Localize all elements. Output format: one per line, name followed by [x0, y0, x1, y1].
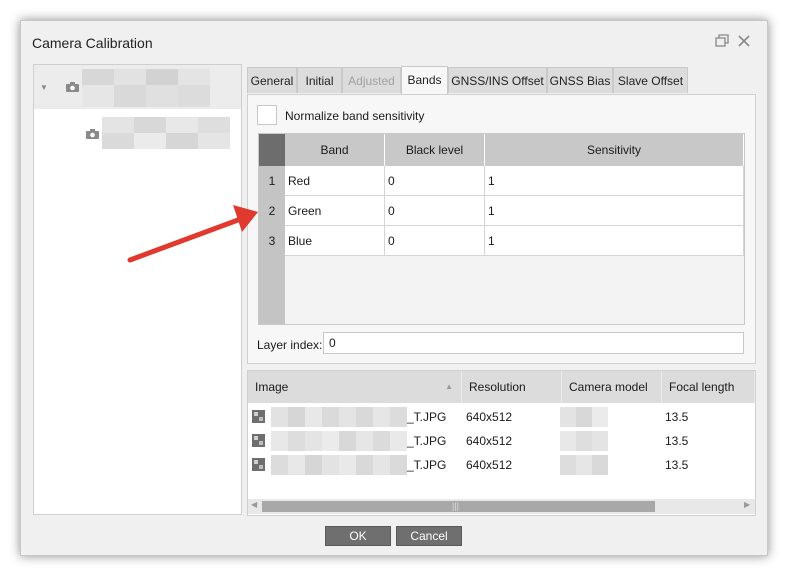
image-file-icon — [252, 410, 265, 423]
chevron-down-icon[interactable]: ▼ — [40, 83, 48, 92]
column-header-sensitivity[interactable]: Sensitivity — [485, 134, 744, 166]
cell-sensitivity[interactable]: 1 — [485, 166, 744, 196]
redacted-image-name — [271, 431, 407, 451]
row-number[interactable]: 2 — [259, 196, 285, 226]
column-header-black-level[interactable]: Black level — [385, 134, 485, 166]
tab-initial[interactable]: Initial — [297, 67, 342, 93]
camera-icon — [86, 129, 99, 139]
bands-grid: Band Black level Sensitivity 1 Red 0 1 2… — [258, 133, 745, 325]
table-row[interactable]: _T.JPG 640x512 13.5 — [248, 453, 755, 477]
tree-item-camera-group[interactable]: ▼ — [34, 65, 241, 109]
table-row[interactable]: _T.JPG 640x512 13.5 — [248, 405, 755, 429]
cell-sensitivity[interactable]: 1 — [485, 196, 744, 226]
cell-focal-length: 13.5 — [665, 410, 689, 424]
restore-icon[interactable] — [714, 33, 730, 49]
image-name-suffix: _T.JPG — [407, 458, 447, 472]
camera-icon — [66, 82, 79, 92]
layer-index-label: Layer index: — [257, 338, 323, 352]
column-header-camera-model[interactable]: Camera model — [562, 371, 662, 403]
column-header-image-label: Image — [255, 380, 289, 394]
tree-item-camera-child[interactable] — [34, 111, 241, 151]
camera-tree: ▼ — [33, 64, 242, 515]
image-file-icon — [252, 434, 265, 447]
column-header-image[interactable]: Image ▲ — [248, 371, 462, 403]
column-header-resolution[interactable]: Resolution — [462, 371, 562, 403]
grip-icon: ||| — [452, 501, 460, 511]
cell-band[interactable]: Green — [285, 196, 385, 226]
cancel-button[interactable]: Cancel — [396, 526, 462, 546]
image-name-suffix: _T.JPG — [407, 434, 447, 448]
column-header-band[interactable]: Band — [285, 134, 385, 166]
tab-slave-offset[interactable]: Slave Offset — [613, 67, 688, 93]
redacted-camera-model — [560, 407, 608, 427]
tab-gnss-bias[interactable]: GNSS Bias — [547, 67, 613, 93]
tab-general[interactable]: General — [247, 67, 297, 93]
cell-black-level[interactable]: 0 — [385, 196, 485, 226]
image-file-icon — [252, 458, 265, 471]
redacted-image-name — [271, 455, 407, 475]
grid-corner[interactable] — [259, 134, 285, 166]
ok-button[interactable]: OK — [325, 526, 391, 546]
horizontal-scrollbar[interactable]: ◀ ||| ▶ — [248, 499, 755, 514]
sort-up-icon: ▲ — [445, 382, 453, 391]
column-header-focal-length[interactable]: Focal length — [662, 371, 755, 403]
cell-band[interactable]: Red — [285, 166, 385, 196]
tab-adjusted: Adjusted — [342, 67, 401, 93]
scrollbar-thumb[interactable]: ||| — [262, 501, 655, 512]
row-number[interactable]: 3 — [259, 226, 285, 256]
redacted-camera-name — [82, 69, 210, 107]
close-icon[interactable] — [736, 33, 752, 49]
tab-gnss-ins-offset[interactable]: GNSS/INS Offset — [448, 67, 547, 93]
dialog-title: Camera Calibration — [32, 35, 153, 51]
scroll-left-icon[interactable]: ◀ — [251, 500, 257, 509]
normalize-label: Normalize band sensitivity — [285, 109, 425, 123]
table-row[interactable]: _T.JPG 640x512 13.5 — [248, 429, 755, 453]
scroll-right-icon[interactable]: ▶ — [744, 500, 750, 509]
bands-panel: Normalize band sensitivity Band Black le… — [247, 94, 756, 364]
cell-focal-length: 13.5 — [665, 434, 689, 448]
cell-focal-length: 13.5 — [665, 458, 689, 472]
redacted-image-name — [271, 407, 407, 427]
cell-sensitivity[interactable]: 1 — [485, 226, 744, 256]
cell-resolution: 640x512 — [466, 458, 513, 472]
normalize-checkbox[interactable] — [257, 105, 277, 125]
redacted-camera-name — [102, 117, 230, 149]
cell-black-level[interactable]: 0 — [385, 226, 485, 256]
row-number[interactable]: 1 — [259, 166, 285, 196]
redacted-camera-model — [560, 431, 608, 451]
camera-calibration-dialog: Camera Calibration ▼ General Initial Adj… — [20, 20, 768, 556]
cell-black-level[interactable]: 0 — [385, 166, 485, 196]
cell-band[interactable]: Blue — [285, 226, 385, 256]
redacted-camera-model — [560, 455, 608, 475]
cell-resolution: 640x512 — [466, 434, 513, 448]
cell-resolution: 640x512 — [466, 410, 513, 424]
image-name-suffix: _T.JPG — [407, 410, 447, 424]
images-table: Image ▲ Resolution Camera model Focal le… — [247, 370, 756, 516]
layer-index-input[interactable]: 0 — [323, 332, 744, 354]
tab-bands[interactable]: Bands — [401, 66, 448, 94]
